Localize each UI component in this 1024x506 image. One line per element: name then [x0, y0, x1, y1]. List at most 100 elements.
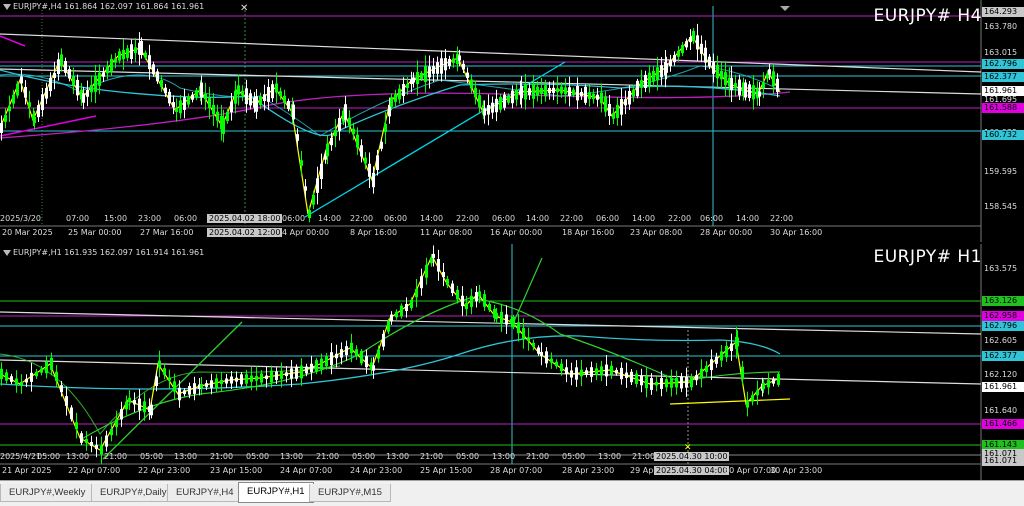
candle-body: [290, 368, 293, 379]
candle-body: [741, 366, 744, 380]
candle-body: [230, 101, 233, 113]
candle-body: [444, 58, 447, 71]
candle-body: [766, 74, 769, 79]
candle-body: [673, 55, 676, 62]
candle-body: [155, 376, 158, 387]
time-axis-label: 28 Apr 23:00: [562, 466, 615, 475]
candle-body: [356, 134, 359, 148]
candle-body: [175, 107, 178, 113]
tab-eurjpy-m15[interactable]: EURJPY#,M15: [309, 484, 391, 502]
candle-body: [222, 118, 225, 134]
candle-body: [540, 87, 543, 95]
time-axis-label: 22:00: [560, 214, 584, 223]
candle-body: [360, 145, 363, 157]
candle-body: [652, 70, 655, 82]
candle-body: [395, 311, 398, 318]
time-axis-label: 8 Apr 16:00: [350, 228, 398, 237]
candle-body: [158, 360, 161, 368]
tab-eurjpy-h1[interactable]: EURJPY#,H1: [238, 482, 314, 503]
candle-body: [461, 295, 464, 307]
candle-body: [648, 72, 651, 86]
collapse-triangle-icon[interactable]: [3, 249, 11, 256]
candle-body: [345, 346, 348, 356]
candle-body: [285, 372, 288, 377]
h1-chart-pane[interactable]: ✕ EURJPY#,H1 161.935 162.097 161.914 161…: [0, 244, 1024, 480]
candle-body: [628, 90, 631, 105]
time-axis-label: 21:00: [632, 452, 656, 461]
candle-body: [689, 36, 692, 43]
candle-body: [164, 87, 167, 94]
candle-body: [507, 95, 510, 103]
candle-body: [304, 186, 307, 191]
y-axis-tick-label: 159.595: [984, 167, 1018, 176]
time-axis-label: 23 Apr 08:00: [630, 228, 683, 237]
h1-chart-header: EURJPY#,H1 161.935 162.097 161.914 161.9…: [3, 248, 204, 257]
candle-body: [230, 376, 233, 384]
price-level-label: 161.588: [982, 103, 1024, 113]
candle-body: [60, 54, 63, 66]
candle-body: [665, 379, 668, 388]
candle-body: [45, 88, 48, 99]
crosshair-marker-icon: ✕: [240, 3, 248, 14]
candle-body: [720, 351, 723, 361]
candle-body: [68, 69, 71, 79]
candle-body: [572, 89, 575, 96]
y-axis-tick-label: 163.015: [984, 48, 1018, 57]
candle-body: [537, 347, 540, 354]
h1-chart-canvas[interactable]: ✕: [0, 244, 1024, 480]
candle-body: [436, 62, 439, 74]
candle-body: [608, 104, 611, 116]
candle-body: [527, 337, 530, 341]
white-trendline: [0, 359, 982, 385]
candle-body: [338, 117, 341, 132]
candle-body: [86, 89, 89, 97]
candle-body: [241, 90, 244, 96]
candle-body: [260, 373, 263, 383]
candle-body: [134, 47, 137, 54]
h4-chart-canvas[interactable]: ✕: [0, 0, 1024, 242]
candle-body: [75, 422, 78, 430]
candle-body: [576, 85, 579, 101]
candle-body: [632, 89, 635, 97]
candle-body: [263, 94, 266, 101]
candle-body: [580, 369, 583, 377]
candle-body: [746, 400, 749, 408]
time-axis-label: 22 Apr 23:00: [138, 466, 191, 475]
candle-body: [495, 98, 498, 113]
candle-body: [118, 51, 121, 61]
candle-body: [133, 400, 136, 405]
candle-body: [499, 96, 502, 110]
candle-body: [340, 349, 343, 358]
tab-eurjpy-h4[interactable]: EURJPY#,H4: [167, 484, 243, 502]
candle-body: [120, 409, 123, 420]
time-axis-label: 21 Apr 2025: [2, 466, 52, 475]
candle-body: [595, 368, 598, 375]
tab-eurjpy-daily[interactable]: EURJPY#,Daily: [91, 484, 176, 502]
candle-body: [325, 356, 328, 367]
price-level-label: 163.126: [982, 296, 1024, 306]
candle-body: [556, 88, 559, 93]
candle-body: [565, 367, 568, 375]
candle-body: [216, 111, 219, 121]
time-axis-label: 06:00: [700, 214, 724, 223]
crosshair-time-label: 2025.04.30 10:00: [654, 452, 730, 461]
candle-body: [28, 102, 31, 107]
tab-eurjpy-weekly[interactable]: EURJPY#,Weekly: [0, 484, 95, 502]
h4-chart-pane[interactable]: ✕ EURJPY#,H4 161.864 162.097 161.864 161…: [0, 0, 1024, 242]
crosshair-time-label: 2025.04.02 18:00: [207, 214, 283, 223]
collapse-triangle-icon[interactable]: [3, 3, 11, 10]
candle-body: [712, 62, 715, 74]
candle-body: [756, 390, 759, 396]
y-axis-tick-label: 162.605: [984, 336, 1018, 345]
candle-body: [255, 96, 258, 112]
candle-body: [160, 80, 163, 87]
time-axis-label: 23 Apr 15:00: [210, 466, 263, 475]
candle-body: [150, 404, 153, 416]
candle-body: [20, 76, 23, 84]
candle-body: [584, 86, 587, 103]
candle-body: [10, 376, 13, 382]
candle-body: [495, 312, 498, 320]
candle-body: [420, 72, 423, 80]
time-axis-label: 23:00: [138, 214, 162, 223]
candle-body: [255, 375, 258, 381]
